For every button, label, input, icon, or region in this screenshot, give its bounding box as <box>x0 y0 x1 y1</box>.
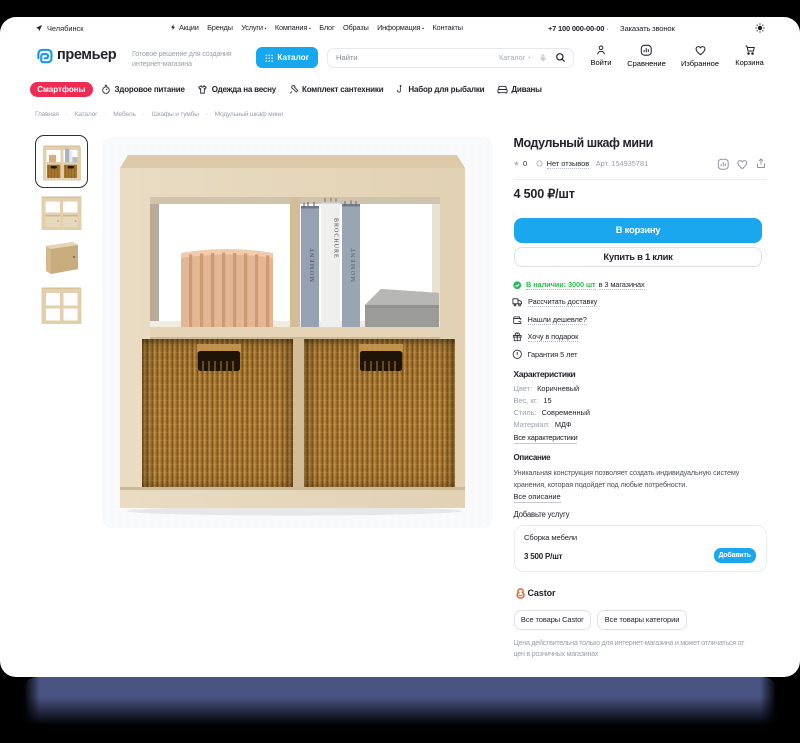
svg-text:MOMENT: MOMENT <box>350 247 357 282</box>
svg-text:MOMENT: MOMENT <box>309 247 316 282</box>
svg-text:BROCHURE: BROCHURE <box>333 218 339 259</box>
